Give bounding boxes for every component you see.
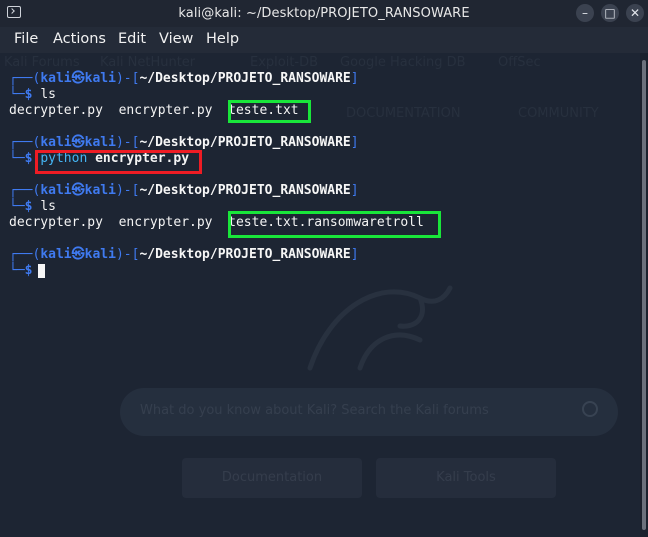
prompt-line: ┌──(kali㉿kali)-[~/Desktop/PROJETO_RANSOW… [9,247,359,262]
file-encrypter: encrypter.py [118,103,213,118]
highlight-box-python-command [35,150,202,174]
menu-bar: File Actions Edit View Help [0,27,648,53]
menu-view[interactable]: View [159,31,193,47]
file-decrypter: decrypter.py [9,215,103,230]
maximize-button[interactable]: □ [601,4,619,22]
minimize-button[interactable]: – [576,4,594,22]
window-title: kali@kali: ~/Desktop/PROJETO_RANSOWARE [178,6,470,21]
highlight-box-teste-txt [228,100,311,123]
scrollbar-thumb[interactable] [642,60,646,530]
prompt-line: ┌──(kali㉿kali)-[~/Desktop/PROJETO_RANSOW… [9,71,359,86]
command-line: └─$ ls [9,87,56,102]
file-encrypter: encrypter.py [118,215,213,230]
menu-file[interactable]: File [14,31,38,47]
command-line: └─$ ls [9,199,56,214]
menu-edit[interactable]: Edit [118,31,146,47]
file-decrypter: decrypter.py [9,103,103,118]
highlight-box-ransomwaretroll [228,211,441,238]
terminal-window: kali@kali: ~/Desktop/PROJETO_RANSOWARE –… [0,0,648,537]
command-ls: ls [40,87,56,102]
prompt-line: ┌──(kali㉿kali)-[~/Desktop/PROJETO_RANSOW… [9,183,359,198]
close-button[interactable]: ✕ [626,4,644,22]
menu-help[interactable]: Help [206,31,239,47]
menu-actions[interactable]: Actions [53,31,106,47]
command-line: └─$ [9,263,46,279]
text-cursor [38,263,46,278]
prompt-line: ┌──(kali㉿kali)-[~/Desktop/PROJETO_RANSOW… [9,135,359,150]
command-ls: ls [40,199,56,214]
terminal-output[interactable]: ┌──(kali㉿kali)-[~/Desktop/PROJETO_RANSOW… [0,53,640,537]
title-bar[interactable]: kali@kali: ~/Desktop/PROJETO_RANSOWARE –… [0,0,648,27]
